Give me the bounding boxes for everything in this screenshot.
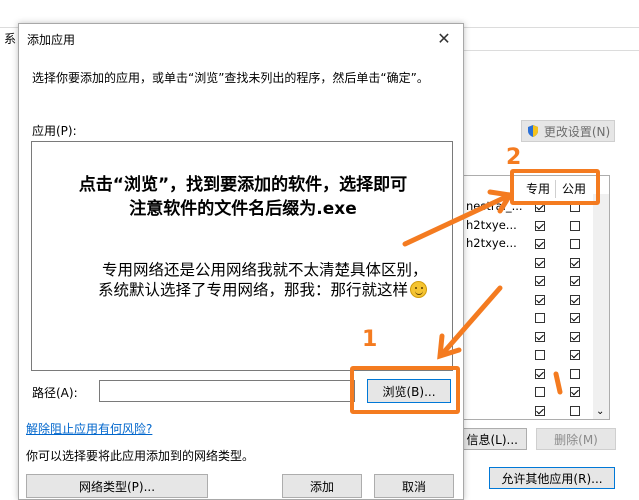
table-row[interactable] — [463, 383, 593, 401]
change-settings-label: 更改设置(N) — [543, 124, 611, 139]
private-checkbox[interactable] — [535, 368, 545, 379]
allowed-apps-list[interactable]: ⌄ nestral_... h2txye... h2txye... — [462, 175, 610, 420]
annotation-line-1: 点击“浏览”，找到要添加的软件，选择即可 — [78, 175, 408, 195]
table-row[interactable] — [463, 402, 593, 420]
public-checkbox[interactable] — [570, 220, 580, 231]
delete-button[interactable]: 删除(M) — [536, 428, 616, 450]
smile-emoji-icon — [410, 281, 428, 298]
table-row[interactable] — [463, 309, 593, 327]
private-checkbox[interactable] — [535, 331, 545, 342]
public-checkbox[interactable] — [570, 331, 580, 342]
annotation-line-2: 注意软件的文件名后缀为.exe — [129, 199, 357, 219]
apps-label: 应用(P): — [32, 124, 77, 138]
private-checkbox[interactable] — [535, 350, 545, 360]
risk-help-link[interactable]: 解除阻止应用有何风险? — [26, 420, 152, 437]
dialog-instruction: 选择你要添加的应用，或单击“浏览”查找未列出的程序，然后单击“确定”。 — [32, 71, 429, 85]
close-icon[interactable]: ✕ — [433, 28, 455, 48]
details-button[interactable]: 信息(L)... — [462, 428, 527, 450]
annotation-line-4-text: 系统默认选择了专用网络，那我：那行就这样 — [98, 281, 409, 299]
network-type-hint: 你可以选择要将此应用添加到的网络类型。 — [26, 449, 255, 463]
public-checkbox[interactable] — [570, 276, 580, 286]
step-2-label: 2 — [506, 145, 522, 170]
public-checkbox[interactable] — [570, 257, 580, 268]
public-checkbox[interactable] — [570, 313, 580, 323]
apps-listbox[interactable]: 点击“浏览”，找到要添加的软件，选择即可 注意软件的文件名后缀为.exe 专用网… — [31, 141, 453, 371]
table-row[interactable] — [463, 346, 593, 364]
dialog-title: 添加应用 — [27, 33, 76, 47]
list-scrollbar[interactable]: ⌄ — [593, 194, 609, 419]
highlight-network-columns-box — [510, 169, 600, 205]
uac-shield-icon — [527, 125, 538, 137]
change-settings-button[interactable]: 更改设置(N) — [521, 120, 615, 142]
private-checkbox[interactable] — [535, 239, 545, 249]
app-name: h2txye... — [466, 236, 517, 250]
public-checkbox[interactable] — [570, 350, 580, 360]
private-checkbox[interactable] — [535, 220, 545, 231]
annotation-line-3: 专用网络还是公用网络我就不太清楚具体区别， — [102, 261, 428, 279]
public-checkbox[interactable] — [570, 405, 580, 416]
highlight-browse-box — [350, 366, 460, 414]
cancel-button[interactable]: 取消 — [374, 474, 454, 498]
public-checkbox[interactable] — [570, 294, 580, 305]
public-checkbox[interactable] — [570, 368, 580, 379]
add-button[interactable]: 添加 — [282, 474, 362, 498]
app-name: h2txye... — [466, 217, 517, 232]
private-checkbox[interactable] — [535, 405, 545, 416]
add-app-dialog: 添加应用 ✕ 选择你要添加的应用，或单击“浏览”查找未列出的程序，然后单击“确定… — [18, 23, 464, 500]
window-title-fragment: 系 — [4, 32, 17, 46]
private-checkbox[interactable] — [535, 294, 545, 305]
table-row[interactable] — [463, 291, 593, 309]
private-checkbox[interactable] — [535, 387, 545, 397]
annotation-line-4: 系统默认选择了专用网络，那我：那行就这样 — [98, 280, 428, 300]
public-checkbox[interactable] — [570, 387, 580, 397]
private-checkbox[interactable] — [535, 276, 545, 286]
table-row[interactable] — [463, 365, 593, 383]
step-1-label: 1 — [362, 327, 378, 352]
public-checkbox[interactable] — [570, 239, 580, 249]
table-row[interactable] — [463, 328, 593, 346]
path-label: 路径(A): — [32, 386, 78, 400]
table-row[interactable] — [463, 254, 593, 272]
path-input[interactable] — [99, 380, 355, 402]
address-bar — [462, 27, 639, 51]
scroll-down-icon[interactable]: ⌄ — [596, 406, 604, 417]
table-row[interactable]: h2txye... — [463, 235, 593, 253]
table-row[interactable] — [463, 272, 593, 290]
private-checkbox[interactable] — [535, 257, 545, 268]
allow-another-app-button[interactable]: 允许其他应用(R)... — [489, 467, 615, 489]
private-checkbox[interactable] — [535, 313, 545, 323]
network-types-button[interactable]: 网络类型(P)... — [26, 474, 208, 498]
table-row[interactable]: h2txye... — [463, 217, 593, 235]
